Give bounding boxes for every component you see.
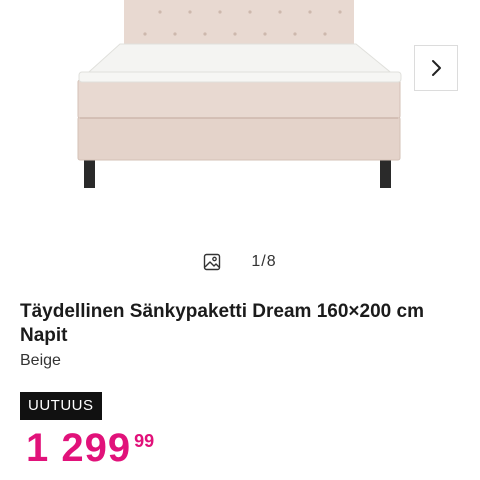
product-image-gallery[interactable] bbox=[0, 0, 480, 240]
product-title: Täydellinen Sänkypaketti Dream 160×200 c… bbox=[20, 301, 424, 346]
chevron-right-icon bbox=[432, 60, 441, 76]
price-main: 1 299 bbox=[26, 426, 132, 470]
price-cents: 99 bbox=[134, 431, 155, 451]
product-image bbox=[77, 0, 402, 188]
image-icon[interactable] bbox=[203, 253, 221, 271]
product-variant: Beige bbox=[20, 352, 61, 369]
image-counter-text: 1/8 bbox=[251, 253, 277, 270]
image-counter: 1/8 bbox=[0, 250, 480, 274]
product-price: 1 299 99 bbox=[26, 424, 154, 472]
new-badge: UUTUUS bbox=[20, 392, 102, 420]
next-image-button[interactable] bbox=[414, 45, 458, 91]
